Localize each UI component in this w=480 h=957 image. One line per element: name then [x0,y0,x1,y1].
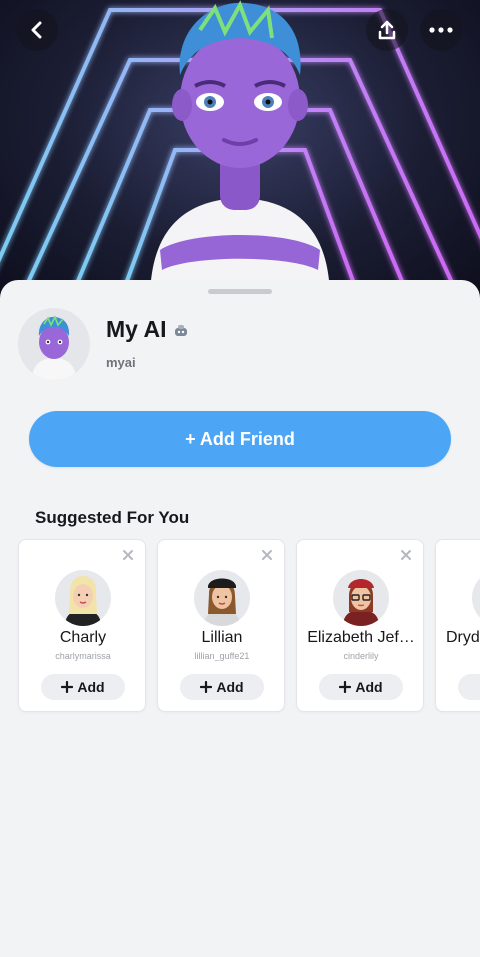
back-button[interactable] [16,9,58,51]
suggested-title: Suggested For You [35,508,190,527]
avatar[interactable] [194,570,250,626]
avatar[interactable] [55,570,111,626]
more-options-button[interactable] [420,9,462,51]
add-label: Add [216,679,244,695]
suggested-name: Elizabeth Jef… [307,629,415,646]
hero-banner [0,0,480,300]
suggested-card[interactable]: Charly charlymarissa Add [18,539,146,712]
plus-icon [200,681,213,693]
profile-avatar[interactable] [18,308,90,380]
suggested-name: Lillian [201,629,243,646]
profile-sheet: My AI myai + Add Friend Suggested For Yo… [0,280,480,957]
suggested-username: cinderlily [343,651,379,661]
profile-username: myai [106,355,136,370]
suggested-username: lillian_guffe21 [194,651,250,661]
suggested-card[interactable]: Dryd [435,539,480,712]
add-button[interactable]: Add [41,674,125,700]
add-button[interactable]: Add [180,674,264,700]
share-upload-icon [378,20,396,40]
dismiss-icon[interactable] [399,548,413,562]
suggested-name: Dryd [446,629,480,646]
profile-name: My AI [106,316,189,343]
dismiss-icon[interactable] [121,548,135,562]
suggested-name: Charly [59,629,107,646]
neon-tunnel-background [0,0,480,300]
back-chevron-icon [31,21,42,39]
my-ai-avatar-icon [32,315,76,380]
add-label: Add [77,679,105,695]
avatar[interactable] [472,570,480,626]
bitmoji-avatar-icon [343,579,379,626]
bitmoji-avatar-icon [204,578,240,626]
share-button[interactable] [366,9,408,51]
add-friend-button[interactable]: + Add Friend [29,411,451,467]
add-friend-label: + Add Friend [185,428,295,449]
plus-icon [339,681,352,693]
suggested-card[interactable]: Lillian lillian_guffe21 Add [157,539,285,712]
plus-icon [61,681,74,693]
bitmoji-avatar-icon [65,576,101,626]
suggested-card[interactable]: Elizabeth Jef… cinderlily Add [296,539,424,712]
add-label: Add [355,679,383,695]
profile-name-text: My AI [106,316,167,342]
add-button[interactable] [458,674,480,700]
sheet-grabber[interactable] [208,289,272,294]
suggested-carousel[interactable]: Charly charlymarissa Add Lillian lillian… [0,539,480,715]
dismiss-icon[interactable] [260,548,274,562]
ai-bot-icon [174,324,187,336]
add-button[interactable]: Add [319,674,403,700]
suggested-username: charlymarissa [55,651,111,661]
avatar[interactable] [333,570,389,626]
more-dots-icon [429,27,453,33]
